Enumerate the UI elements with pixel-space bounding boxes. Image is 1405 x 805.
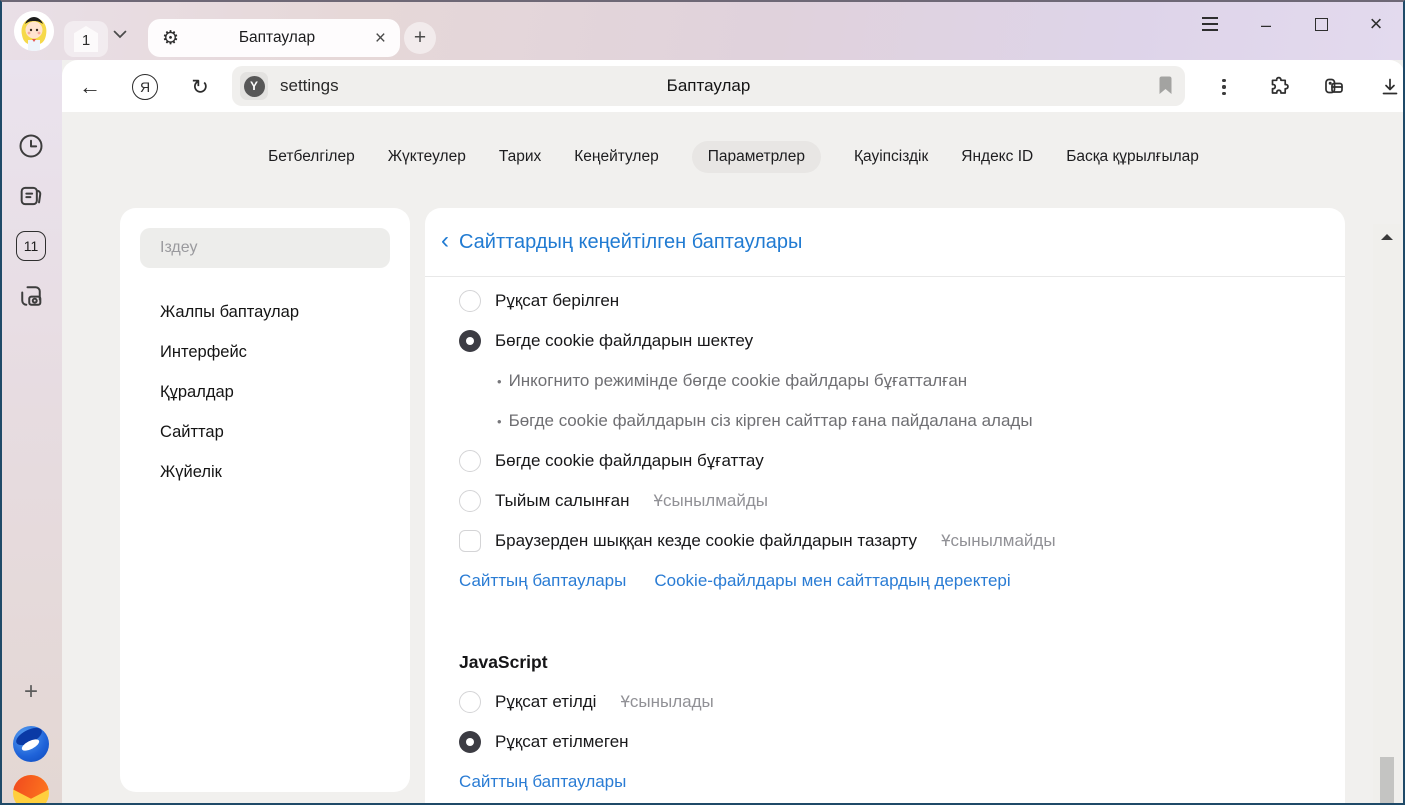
- toolbar: ← Я ↻ Y settings Баптаулар: [62, 60, 1405, 112]
- scroll-gutter: [1347, 224, 1403, 805]
- sidebar-item-system[interactable]: Жүйелік: [120, 452, 410, 492]
- downloads-icon[interactable]: [1376, 73, 1404, 101]
- search-input[interactable]: [140, 228, 390, 268]
- radio-checked[interactable]: [459, 330, 481, 352]
- option-label: Рұқсат берілген: [495, 291, 619, 311]
- window-menu-icon[interactable]: [1198, 12, 1222, 36]
- profile-avatar[interactable]: [14, 11, 54, 51]
- nav-tab-other-devices[interactable]: Басқа құрылғылар: [1066, 141, 1199, 173]
- back-chevron-icon[interactable]: ‹: [441, 229, 449, 253]
- detail-text: Инкогнито режимінде бөгде cookie файлдар…: [509, 371, 968, 391]
- js-option-blocked[interactable]: Рұқсат етілмеген: [459, 722, 1311, 762]
- address-page-title: Баптаулар: [232, 66, 1185, 106]
- settings-main-panel: ‹ Сайттардың кеңейтілген баптаулары Рұқс…: [425, 208, 1345, 805]
- site-settings-link[interactable]: Сайттың баптаулары: [459, 571, 626, 591]
- cookie-clear-on-exit[interactable]: Браузерден шыққан кезде cookie файлдарын…: [459, 521, 1311, 561]
- sidebar-rail: 11 +: [0, 60, 62, 805]
- history-icon[interactable]: [16, 131, 46, 161]
- settings-content: Рұқсат берілген Бөгде cookie файлдарын ш…: [425, 277, 1345, 802]
- nav-tab-history[interactable]: Тарих: [499, 141, 541, 173]
- yandex-browser-logo[interactable]: [13, 726, 49, 762]
- screenshot-camera-icon[interactable]: [16, 281, 46, 311]
- cookies-and-site-data-link[interactable]: Cookie-файлдары мен сайттардың деректері: [654, 571, 1010, 591]
- bullet-icon: •: [497, 414, 502, 429]
- scroll-up-icon[interactable]: [1381, 234, 1393, 240]
- titlebar: 1 ⚙ Баптаулар × + – ×: [0, 0, 1405, 60]
- yandex-search-icon[interactable]: Я: [131, 73, 159, 101]
- site-settings-link[interactable]: Сайттың баптаулары: [459, 772, 626, 792]
- tab-title: Баптаулар: [179, 29, 375, 47]
- cookie-option-forbidden[interactable]: Тыйым салынған Ұсынылмайды: [459, 481, 1311, 521]
- scrollbar[interactable]: [1373, 224, 1401, 805]
- radio-unchecked[interactable]: [459, 490, 481, 512]
- refresh-icon[interactable]: ↻: [186, 73, 214, 101]
- js-links: Сайттың баптаулары: [459, 762, 1311, 802]
- cookie-option-restrict[interactable]: Бөгде cookie файлдарын шектеу: [459, 321, 1311, 361]
- cookie-links: Сайттың баптаулары Cookie-файлдары мен с…: [459, 561, 1311, 601]
- tab-group-chip[interactable]: 1: [64, 21, 108, 57]
- js-option-allowed[interactable]: Рұқсат етілді Ұсынылады: [459, 682, 1311, 722]
- settings-sidebar: Жалпы баптаулар Интерфейс Құралдар Сайтт…: [120, 208, 410, 792]
- radio-unchecked[interactable]: [459, 450, 481, 472]
- sidebar-item-sites[interactable]: Сайттар: [120, 412, 410, 452]
- scrollbar-thumb[interactable]: [1380, 757, 1394, 805]
- avatar-illustration: [14, 11, 54, 51]
- bullet-icon: •: [497, 374, 502, 389]
- nav-tab-settings[interactable]: Параметрлер: [692, 141, 821, 173]
- cookie-option-block[interactable]: Бөгде cookie файлдарын бұғаттау: [459, 441, 1311, 481]
- option-label: Бөгде cookie файлдарын бұғаттау: [495, 451, 764, 471]
- sidebar-item-tools[interactable]: Құралдар: [120, 372, 410, 412]
- tab-group-badge: 1: [74, 26, 98, 52]
- detail-text: Бөгде cookie файлдарын сіз кірген сайтта…: [509, 411, 1033, 431]
- tabs-counter-badge[interactable]: 11: [16, 231, 46, 261]
- window-maximize-button[interactable]: [1309, 12, 1333, 36]
- option-label: Браузерден шыққан кезде cookie файлдарын…: [495, 531, 917, 551]
- option-hint: Ұсынылмайды: [654, 491, 768, 511]
- checkbox-unchecked[interactable]: [459, 530, 481, 552]
- add-panel-icon[interactable]: +: [16, 677, 46, 707]
- option-label: Рұқсат етілді: [495, 692, 596, 712]
- nav-tab-security[interactable]: Қауіпсіздік: [854, 141, 928, 173]
- cookie-option-allowed[interactable]: Рұқсат берілген: [459, 281, 1311, 321]
- cookie-detail-incognito: • Инкогнито режимінде бөгде cookie файлд…: [459, 361, 1311, 401]
- nav-tab-extensions[interactable]: Кеңейтулер: [574, 141, 658, 173]
- radio-unchecked[interactable]: [459, 290, 481, 312]
- option-hint: Ұсынылмайды: [941, 531, 1055, 551]
- browser-window: 1 ⚙ Баптаулар × + – × 11 +: [0, 0, 1405, 805]
- cookie-detail-visited: • Бөгде cookie файлдарын сіз кірген сайт…: [459, 401, 1311, 441]
- nav-tab-downloads[interactable]: Жүктеулер: [388, 141, 466, 173]
- yandex-letter: Я: [132, 74, 158, 100]
- address-bar[interactable]: Y settings Баптаулар: [232, 66, 1185, 106]
- option-label: Бөгде cookie файлдарын шектеу: [495, 331, 753, 351]
- radio-checked[interactable]: [459, 731, 481, 753]
- window-close-button[interactable]: ×: [1364, 12, 1388, 36]
- page-title[interactable]: Сайттардың кеңейтілген баптаулары: [459, 231, 802, 254]
- page-header: ‹ Сайттардың кеңейтілген баптаулары: [425, 208, 1345, 277]
- chevron-down-icon[interactable]: [113, 26, 127, 44]
- tab-close-icon[interactable]: ×: [375, 29, 386, 48]
- tab-settings[interactable]: ⚙ Баптаулар ×: [148, 19, 400, 57]
- option-label: Тыйым салынған: [495, 491, 630, 511]
- nav-tab-bookmarks[interactable]: Бетбелгілер: [268, 141, 355, 173]
- new-tab-button[interactable]: +: [404, 22, 436, 54]
- yandex-mail-logo[interactable]: [13, 775, 49, 805]
- settings-top-nav: Бетбелгілер Жүктеулер Тарих Кеңейтулер П…: [62, 139, 1405, 175]
- javascript-section-heading: JavaScript: [459, 642, 1311, 682]
- radio-unchecked[interactable]: [459, 691, 481, 713]
- back-icon[interactable]: ←: [76, 73, 104, 101]
- extensions-icon[interactable]: [1265, 73, 1293, 101]
- gear-icon: ⚙: [162, 29, 179, 48]
- cards-wallet-icon[interactable]: [1320, 73, 1348, 101]
- sidebar-item-interface[interactable]: Интерфейс: [120, 332, 410, 372]
- nav-tab-yandex-id[interactable]: Яндекс ID: [961, 141, 1033, 173]
- browser-menu-icon[interactable]: [1210, 73, 1238, 101]
- sidebar-item-general[interactable]: Жалпы баптаулар: [120, 292, 410, 332]
- settings-sidebar-list: Жалпы баптаулар Интерфейс Құралдар Сайтт…: [120, 292, 410, 492]
- window-minimize-button[interactable]: –: [1254, 12, 1278, 36]
- settings-page: Бетбелгілер Жүктеулер Тарих Кеңейтулер П…: [62, 112, 1405, 805]
- option-label: Рұқсат етілмеген: [495, 732, 629, 752]
- notes-icon[interactable]: [16, 181, 46, 211]
- bookmark-icon[interactable]: [1158, 76, 1173, 100]
- option-hint: Ұсынылады: [620, 692, 713, 712]
